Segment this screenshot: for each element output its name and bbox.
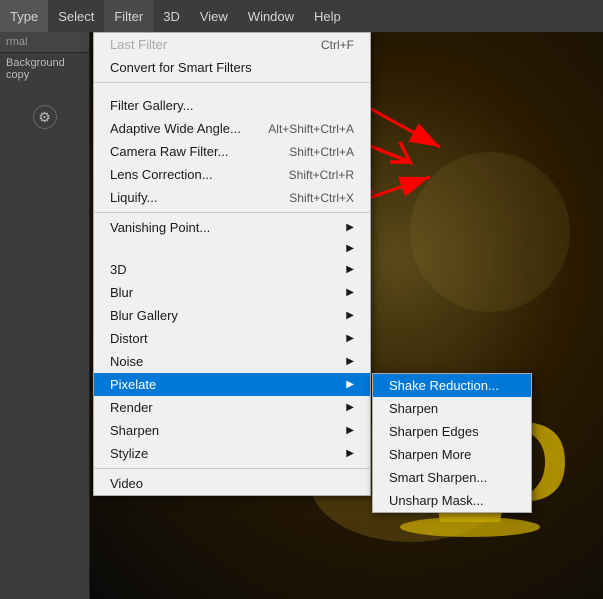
panel-mode-label: rmal — [0, 32, 89, 53]
submenu-item-smart-sharpen[interactable]: Smart Sharpen... — [373, 466, 531, 489]
menubar-item-select[interactable]: Select — [48, 0, 104, 32]
menubar-item-type[interactable]: Type — [0, 0, 48, 32]
menu-item-blur-gallery[interactable]: 3D ▶ — [94, 258, 370, 281]
panel-layer-label: Background copy — [0, 53, 89, 85]
menu-item-browse-filters[interactable]: Video — [94, 472, 370, 495]
menubar-item-view[interactable]: View — [190, 0, 238, 32]
settings-icon: ⚙ — [33, 105, 57, 129]
menu-item-convert-smart[interactable]: Convert for Smart Filters — [94, 56, 370, 79]
submenu-item-unsharp-mask[interactable]: Unsharp Mask... — [373, 489, 531, 512]
toolbar-icon-area: ⚙ — [0, 85, 89, 129]
submenu-item-sharpen-more[interactable]: Sharpen More — [373, 443, 531, 466]
menu-item-3d[interactable]: Vanishing Point... ▶ — [94, 216, 370, 239]
menu-item-stylize[interactable]: Render ▶ — [94, 396, 370, 419]
menu-item-pixelate[interactable]: Distort ▶ — [94, 327, 370, 350]
menubar-item-help[interactable]: Help — [304, 0, 351, 32]
submenu-item-sharpen-edges[interactable]: Sharpen Edges — [373, 420, 531, 443]
sharpen-submenu: Shake Reduction... Sharpen Sharpen Edges… — [372, 373, 532, 513]
left-panel: rmal Background copy ⚙ — [0, 32, 90, 599]
menu-item-adaptive-wide[interactable]: Filter Gallery... — [94, 94, 370, 117]
menubar-item-window[interactable]: Window — [238, 0, 304, 32]
menu-item-distort[interactable]: Blur ▶ — [94, 281, 370, 304]
menu-item-lens-correction[interactable]: Camera Raw Filter... Shift+Ctrl+A — [94, 140, 370, 163]
menu-item-render[interactable]: Noise ▶ — [94, 350, 370, 373]
submenu-item-sharpen[interactable]: Sharpen — [373, 397, 531, 420]
menu-item-other[interactable]: Stylize ▶ — [94, 442, 370, 465]
menu-item-blur[interactable]: ▶ — [94, 239, 370, 258]
menu-item-sharpen[interactable]: Pixelate ▶ — [94, 373, 370, 396]
menu-item-camera-raw[interactable]: Adaptive Wide Angle... Alt+Shift+Ctrl+A — [94, 117, 370, 140]
menu-item-noise[interactable]: Blur Gallery ▶ — [94, 304, 370, 327]
menubar-item-3d[interactable]: 3D — [153, 0, 190, 32]
submenu-item-shake-reduction[interactable]: Shake Reduction... — [373, 374, 531, 397]
menu-item-liquify[interactable]: Lens Correction... Shift+Ctrl+R — [94, 163, 370, 186]
canvas-area: rmal Background copy ⚙ — [0, 32, 603, 599]
sharpen-wrapper: Pixelate ▶ Shake Reduction... Sharpen Sh… — [94, 373, 370, 396]
menu-separator-1 — [94, 82, 370, 83]
menu-separator-2 — [94, 212, 370, 213]
menu-item-filter-gallery[interactable] — [94, 86, 370, 94]
menu-item-last-filter[interactable]: Last Filter Ctrl+F — [94, 33, 370, 56]
menu-separator-3 — [94, 468, 370, 469]
menubar: Type Select Filter 3D View Window Help — [0, 0, 603, 32]
menu-item-video[interactable]: Sharpen ▶ — [94, 419, 370, 442]
filter-dropdown-menu: Last Filter Ctrl+F Convert for Smart Fil… — [93, 32, 371, 496]
menubar-item-filter[interactable]: Filter — [104, 0, 153, 32]
menu-item-vanishing-point[interactable]: Liquify... Shift+Ctrl+X — [94, 186, 370, 209]
